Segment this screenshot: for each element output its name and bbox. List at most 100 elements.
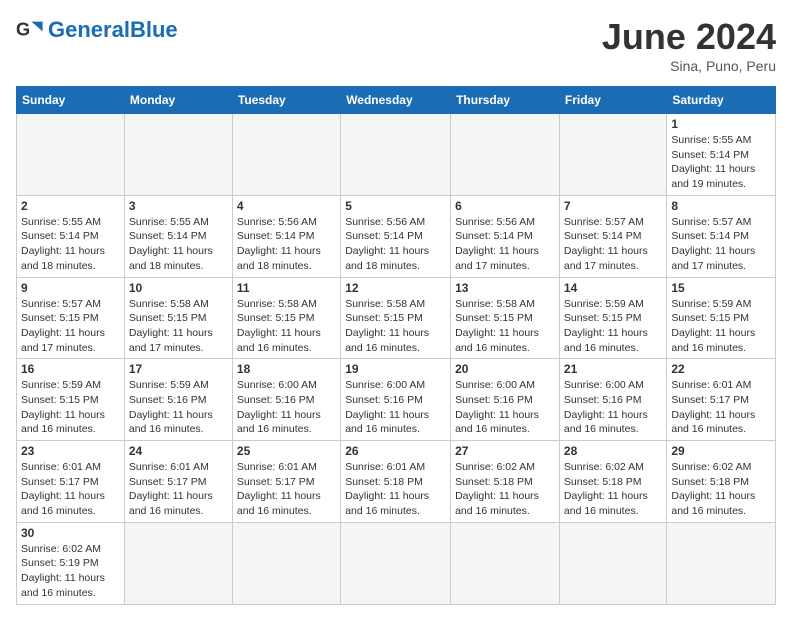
- calendar-cell: 28Sunrise: 6:02 AM Sunset: 5:18 PM Dayli…: [559, 441, 666, 523]
- day-info: Sunrise: 5:58 AM Sunset: 5:15 PM Dayligh…: [237, 297, 336, 356]
- calendar-cell: 19 Sunrise: 6:00 AM Sunset: 5:16 PM Dayli…: [341, 359, 451, 441]
- week-row-1: 1Sunrise: 5:55 AM Sunset: 5:14 PM Daylig…: [17, 114, 776, 196]
- page-header: G GeneralBlue June 2024 Sina, Puno, Peru: [16, 16, 776, 74]
- calendar-cell: 29 Sunrise: 6:02 AM Sunset: 5:18 PM Dayli…: [667, 441, 776, 523]
- day-number: 5: [345, 199, 446, 213]
- calendar-cell: 24Sunrise: 6:01 AM Sunset: 5:17 PM Dayli…: [124, 441, 232, 523]
- calendar-cell: [451, 114, 560, 196]
- logo: G GeneralBlue: [16, 16, 178, 44]
- calendar-cell: 15 Sunrise: 5:59 AM Sunset: 5:15 PM Dayli…: [667, 277, 776, 359]
- day-number: 21: [564, 362, 662, 376]
- day-info: Sunrise: 6:02 AM Sunset: 5:18 PM Dayligh…: [455, 460, 555, 519]
- day-number: 26: [345, 444, 446, 458]
- day-info: Sunrise: 6:02 AM Sunset: 5:19 PM Dayligh…: [21, 542, 120, 601]
- day-number: 30: [21, 526, 120, 540]
- calendar-cell: 4 Sunrise: 5:56 AM Sunset: 5:14 PM Daylig…: [232, 195, 340, 277]
- day-info: Sunrise: 5:55 AM Sunset: 5:14 PM Dayligh…: [671, 133, 771, 192]
- day-info: Sunrise: 6:01 AM Sunset: 5:17 PM Dayligh…: [21, 460, 120, 519]
- weekday-header-thursday: Thursday: [451, 87, 560, 114]
- week-row-6: 30 Sunrise: 6:02 AM Sunset: 5:19 PM Dayli…: [17, 522, 776, 604]
- logo-general: GeneralBlue: [48, 17, 178, 42]
- day-number: 17: [129, 362, 228, 376]
- calendar-cell: 21 Sunrise: 6:00 AM Sunset: 5:16 PM Dayli…: [559, 359, 666, 441]
- day-number: 4: [237, 199, 336, 213]
- calendar-cell: 18Sunrise: 6:00 AM Sunset: 5:16 PM Dayli…: [232, 359, 340, 441]
- day-number: 25: [237, 444, 336, 458]
- day-info: Sunrise: 6:02 AM Sunset: 5:18 PM Dayligh…: [564, 460, 662, 519]
- day-number: 13: [455, 281, 555, 295]
- day-number: 16: [21, 362, 120, 376]
- calendar-cell: 25Sunrise: 6:01 AM Sunset: 5:17 PM Dayli…: [232, 441, 340, 523]
- calendar-cell: [341, 522, 451, 604]
- day-info: Sunrise: 6:02 AM Sunset: 5:18 PM Dayligh…: [671, 460, 771, 519]
- weekday-header-saturday: Saturday: [667, 87, 776, 114]
- weekday-header-sunday: Sunday: [17, 87, 125, 114]
- calendar-cell: 10 Sunrise: 5:58 AM Sunset: 5:15 PM Dayli…: [124, 277, 232, 359]
- calendar-cell: 3 Sunrise: 5:55 AM Sunset: 5:14 PM Daylig…: [124, 195, 232, 277]
- day-number: 14: [564, 281, 662, 295]
- day-number: 15: [671, 281, 771, 295]
- day-number: 7: [564, 199, 662, 213]
- calendar-cell: 23Sunrise: 6:01 AM Sunset: 5:17 PM Dayli…: [17, 441, 125, 523]
- weekday-header-wednesday: Wednesday: [341, 87, 451, 114]
- title-block: June 2024 Sina, Puno, Peru: [602, 16, 776, 74]
- day-number: 9: [21, 281, 120, 295]
- day-number: 10: [129, 281, 228, 295]
- calendar-cell: 13 Sunrise: 5:58 AM Sunset: 5:15 PM Dayli…: [451, 277, 560, 359]
- day-info: Sunrise: 5:56 AM Sunset: 5:14 PM Dayligh…: [237, 215, 336, 274]
- day-number: 19: [345, 362, 446, 376]
- calendar-cell: [667, 522, 776, 604]
- general-blue-logo-icon: G: [16, 16, 44, 44]
- calendar-cell: 6Sunrise: 5:56 AM Sunset: 5:14 PM Daylig…: [451, 195, 560, 277]
- calendar-cell: 26 Sunrise: 6:01 AM Sunset: 5:18 PM Dayli…: [341, 441, 451, 523]
- week-row-3: 9 Sunrise: 5:57 AM Sunset: 5:15 PM Daylig…: [17, 277, 776, 359]
- weekday-header-tuesday: Tuesday: [232, 87, 340, 114]
- calendar-cell: 17Sunrise: 5:59 AM Sunset: 5:16 PM Dayli…: [124, 359, 232, 441]
- calendar-cell: 27 Sunrise: 6:02 AM Sunset: 5:18 PM Dayli…: [451, 441, 560, 523]
- day-number: 29: [671, 444, 771, 458]
- weekday-header-row: SundayMondayTuesdayWednesdayThursdayFrid…: [17, 87, 776, 114]
- calendar-cell: [341, 114, 451, 196]
- week-row-2: 2 Sunrise: 5:55 AM Sunset: 5:14 PM Daylig…: [17, 195, 776, 277]
- day-info: Sunrise: 5:58 AM Sunset: 5:15 PM Dayligh…: [129, 297, 228, 356]
- day-info: Sunrise: 5:55 AM Sunset: 5:14 PM Dayligh…: [21, 215, 120, 274]
- day-number: 3: [129, 199, 228, 213]
- location-subtitle: Sina, Puno, Peru: [602, 58, 776, 74]
- day-info: Sunrise: 5:58 AM Sunset: 5:15 PM Dayligh…: [345, 297, 446, 356]
- day-info: Sunrise: 5:58 AM Sunset: 5:15 PM Dayligh…: [455, 297, 555, 356]
- day-info: Sunrise: 5:57 AM Sunset: 5:14 PM Dayligh…: [564, 215, 662, 274]
- calendar-table: SundayMondayTuesdayWednesdayThursdayFrid…: [16, 86, 776, 605]
- calendar-cell: [232, 114, 340, 196]
- day-info: Sunrise: 6:00 AM Sunset: 5:16 PM Dayligh…: [345, 378, 446, 437]
- month-title: June 2024: [602, 16, 776, 58]
- calendar-cell: 22Sunrise: 6:01 AM Sunset: 5:17 PM Dayli…: [667, 359, 776, 441]
- calendar-cell: 14Sunrise: 5:59 AM Sunset: 5:15 PM Dayli…: [559, 277, 666, 359]
- calendar-cell: 7 Sunrise: 5:57 AM Sunset: 5:14 PM Daylig…: [559, 195, 666, 277]
- calendar-cell: 2 Sunrise: 5:55 AM Sunset: 5:14 PM Daylig…: [17, 195, 125, 277]
- day-number: 2: [21, 199, 120, 213]
- calendar-cell: 5 Sunrise: 5:56 AM Sunset: 5:14 PM Daylig…: [341, 195, 451, 277]
- day-info: Sunrise: 6:00 AM Sunset: 5:16 PM Dayligh…: [237, 378, 336, 437]
- day-info: Sunrise: 5:57 AM Sunset: 5:15 PM Dayligh…: [21, 297, 120, 356]
- calendar-cell: 1Sunrise: 5:55 AM Sunset: 5:14 PM Daylig…: [667, 114, 776, 196]
- calendar-cell: [232, 522, 340, 604]
- day-info: Sunrise: 6:01 AM Sunset: 5:17 PM Dayligh…: [129, 460, 228, 519]
- calendar-cell: [17, 114, 125, 196]
- day-number: 8: [671, 199, 771, 213]
- calendar-cell: [124, 114, 232, 196]
- day-info: Sunrise: 5:59 AM Sunset: 5:15 PM Dayligh…: [21, 378, 120, 437]
- day-number: 27: [455, 444, 555, 458]
- day-info: Sunrise: 6:01 AM Sunset: 5:18 PM Dayligh…: [345, 460, 446, 519]
- calendar-cell: 30 Sunrise: 6:02 AM Sunset: 5:19 PM Dayli…: [17, 522, 125, 604]
- calendar-cell: 12Sunrise: 5:58 AM Sunset: 5:15 PM Dayli…: [341, 277, 451, 359]
- week-row-4: 16 Sunrise: 5:59 AM Sunset: 5:15 PM Dayli…: [17, 359, 776, 441]
- day-info: Sunrise: 5:55 AM Sunset: 5:14 PM Dayligh…: [129, 215, 228, 274]
- calendar-cell: 20Sunrise: 6:00 AM Sunset: 5:16 PM Dayli…: [451, 359, 560, 441]
- day-info: Sunrise: 6:00 AM Sunset: 5:16 PM Dayligh…: [564, 378, 662, 437]
- calendar-cell: [559, 114, 666, 196]
- calendar-cell: [559, 522, 666, 604]
- day-info: Sunrise: 5:59 AM Sunset: 5:15 PM Dayligh…: [671, 297, 771, 356]
- day-info: Sunrise: 5:56 AM Sunset: 5:14 PM Dayligh…: [345, 215, 446, 274]
- day-info: Sunrise: 5:57 AM Sunset: 5:14 PM Dayligh…: [671, 215, 771, 274]
- day-info: Sunrise: 6:00 AM Sunset: 5:16 PM Dayligh…: [455, 378, 555, 437]
